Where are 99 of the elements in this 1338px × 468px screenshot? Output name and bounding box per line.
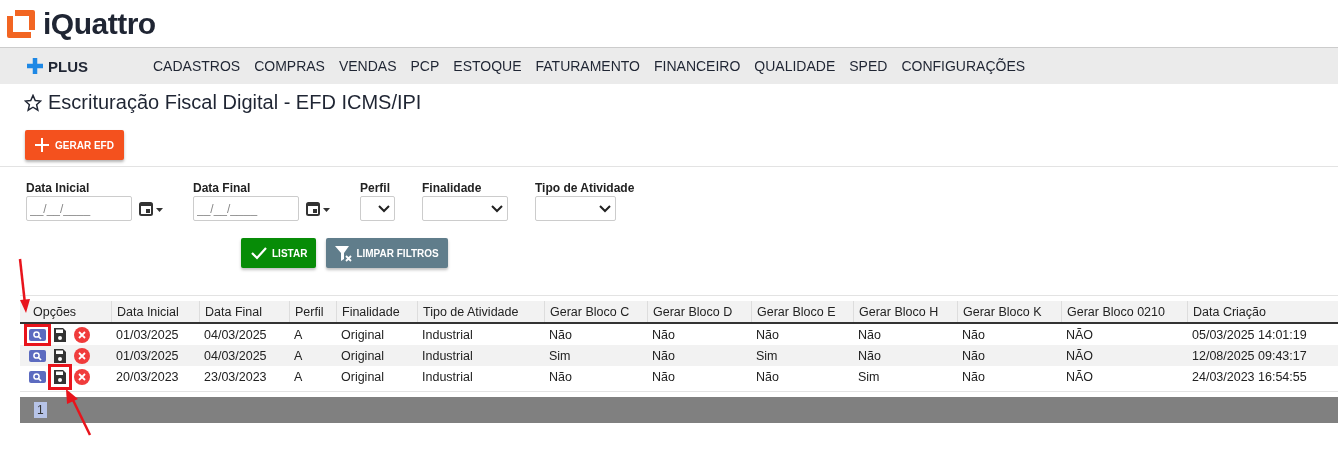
menu-item[interactable]: SPED bbox=[849, 58, 888, 74]
table-cell-text: Industrial bbox=[421, 348, 474, 363]
arrow-annotation bbox=[16, 257, 32, 314]
menu-item[interactable]: CONFIGURAÇÕES bbox=[901, 58, 1026, 74]
menu-item[interactable]: PCP bbox=[410, 58, 440, 74]
table-cell-text: Sim bbox=[857, 369, 881, 384]
table-cell-text: Não bbox=[755, 369, 780, 384]
select-field[interactable] bbox=[535, 196, 616, 221]
column-header[interactable]: Gerar Bloco K bbox=[957, 301, 1061, 322]
menu-item[interactable]: ESTOQUE bbox=[453, 58, 522, 74]
table-cell-text: Industrial bbox=[421, 369, 474, 384]
table-cell-text: 23/03/2023 bbox=[203, 369, 268, 384]
date-field[interactable]: __/__/____ bbox=[26, 196, 132, 221]
table-cell-text: Original bbox=[340, 327, 386, 342]
search-icon bbox=[29, 370, 46, 383]
table-cell-text: 04/03/2025 bbox=[203, 348, 268, 363]
table-cell-text: Sim bbox=[755, 348, 779, 363]
column-header[interactable]: Gerar Bloco D bbox=[647, 301, 751, 322]
table-cell-text: 05/03/2025 14:01:19 bbox=[1191, 327, 1308, 342]
field-label: Tipo de Atividade bbox=[535, 181, 635, 195]
table-cell-text: 01/03/2025 bbox=[115, 348, 180, 363]
column-header[interactable]: Gerar Bloco 0210 bbox=[1061, 301, 1187, 322]
delete-button[interactable] bbox=[74, 326, 90, 343]
table-cell-text: Não bbox=[651, 327, 676, 342]
field-label: Data Inicial bbox=[26, 181, 91, 195]
table-cell-text: Não bbox=[961, 369, 986, 384]
list-button[interactable]: LISTAR bbox=[241, 238, 317, 268]
table-cell-text: Não bbox=[857, 348, 882, 363]
table-cell-text: Não bbox=[961, 348, 986, 363]
logo-icon bbox=[5, 7, 37, 40]
table-cell-text: Não bbox=[548, 327, 573, 342]
clear-filters-button[interactable]: LIMPAR FILTROS bbox=[326, 238, 448, 268]
chevron-down-icon bbox=[599, 204, 611, 213]
table-cell-text: Original bbox=[340, 348, 386, 363]
column-header[interactable]: Gerar Bloco C bbox=[544, 301, 647, 322]
column-header[interactable]: Gerar Bloco E bbox=[751, 301, 853, 322]
table-cell-text: A bbox=[293, 369, 304, 384]
table-cell-text: 12/08/2025 09:43:17 bbox=[1191, 348, 1308, 363]
chevron-down-icon bbox=[378, 204, 390, 213]
plus-icon bbox=[35, 138, 49, 152]
save-button[interactable] bbox=[53, 326, 67, 343]
table-cell-text: 04/03/2025 bbox=[203, 327, 268, 342]
select-field[interactable] bbox=[360, 196, 395, 221]
close-icon bbox=[74, 347, 90, 364]
delete-button[interactable] bbox=[74, 368, 90, 385]
table-cell-text: 24/03/2023 16:54:55 bbox=[1191, 369, 1308, 384]
plus-label: PLUS bbox=[48, 57, 88, 75]
field-label: Finalidade bbox=[422, 181, 483, 195]
column-header[interactable]: Gerar Bloco H bbox=[853, 301, 957, 322]
select-field[interactable] bbox=[422, 196, 508, 221]
menu-item[interactable]: COMPRAS bbox=[254, 58, 325, 74]
table-cell-text: Industrial bbox=[421, 327, 474, 342]
save-button[interactable] bbox=[48, 363, 72, 390]
table-cell-text: Não bbox=[651, 348, 676, 363]
column-header[interactable]: Data Criação bbox=[1187, 301, 1338, 322]
search-icon bbox=[29, 349, 46, 362]
menu-item[interactable]: VENDAS bbox=[338, 58, 397, 74]
table-cell-text: Não bbox=[651, 369, 676, 384]
table-cell-text: Não bbox=[548, 369, 573, 384]
table-cell-text: A bbox=[293, 348, 304, 363]
column-header[interactable]: Data Inicial bbox=[111, 301, 199, 322]
field-label: Data Final bbox=[193, 181, 252, 195]
brand-name: iQuattro bbox=[43, 6, 156, 41]
delete-button[interactable] bbox=[74, 347, 90, 364]
table-cell-text: Não bbox=[755, 327, 780, 342]
table-cell-text: NÃO bbox=[1065, 327, 1095, 342]
menu-item[interactable]: CADASTROS bbox=[153, 58, 241, 74]
close-icon bbox=[74, 326, 90, 343]
table-cell-text: Não bbox=[857, 327, 882, 342]
menu-item[interactable]: QUALIDADE bbox=[754, 58, 836, 74]
column-header[interactable]: Perfil bbox=[289, 301, 336, 322]
table-cell-text: NÃO bbox=[1065, 348, 1095, 363]
table-cell-text: 20/03/2023 bbox=[115, 369, 180, 384]
calendar-dropdown-icon[interactable] bbox=[306, 200, 332, 217]
page-button[interactable]: 1 bbox=[34, 402, 47, 418]
save-button[interactable] bbox=[53, 347, 67, 364]
menu-item[interactable]: FINANCEIRO bbox=[654, 58, 741, 74]
menu-item[interactable]: FATURAMENTO bbox=[535, 58, 640, 74]
field-label: Perfil bbox=[360, 181, 391, 195]
column-header[interactable]: Opções bbox=[20, 301, 111, 322]
search-icon bbox=[29, 328, 46, 341]
calendar-dropdown-icon[interactable] bbox=[139, 200, 165, 217]
table-cell-text: A bbox=[293, 327, 304, 342]
plus-icon bbox=[26, 57, 44, 75]
table-cell-text: NÃO bbox=[1065, 369, 1095, 384]
column-header[interactable]: Data Final bbox=[199, 301, 289, 322]
table-cell-text: 01/03/2025 bbox=[115, 327, 180, 342]
column-header[interactable]: Finalidade bbox=[336, 301, 417, 322]
filter-clear-icon bbox=[334, 244, 353, 262]
chevron-down-icon bbox=[491, 204, 503, 213]
table-cell-text: Original bbox=[340, 369, 386, 384]
star-icon[interactable] bbox=[24, 93, 42, 112]
page-title: Escrituração Fiscal Digital - EFD ICMS/IPI bbox=[48, 91, 422, 114]
table-cell-text: Sim bbox=[548, 348, 572, 363]
column-header[interactable]: Tipo de Atividade bbox=[417, 301, 544, 322]
table-cell-text: Não bbox=[961, 327, 986, 342]
date-field[interactable]: __/__/____ bbox=[193, 196, 299, 221]
close-icon bbox=[74, 368, 90, 385]
arrow-annotation bbox=[64, 387, 92, 436]
